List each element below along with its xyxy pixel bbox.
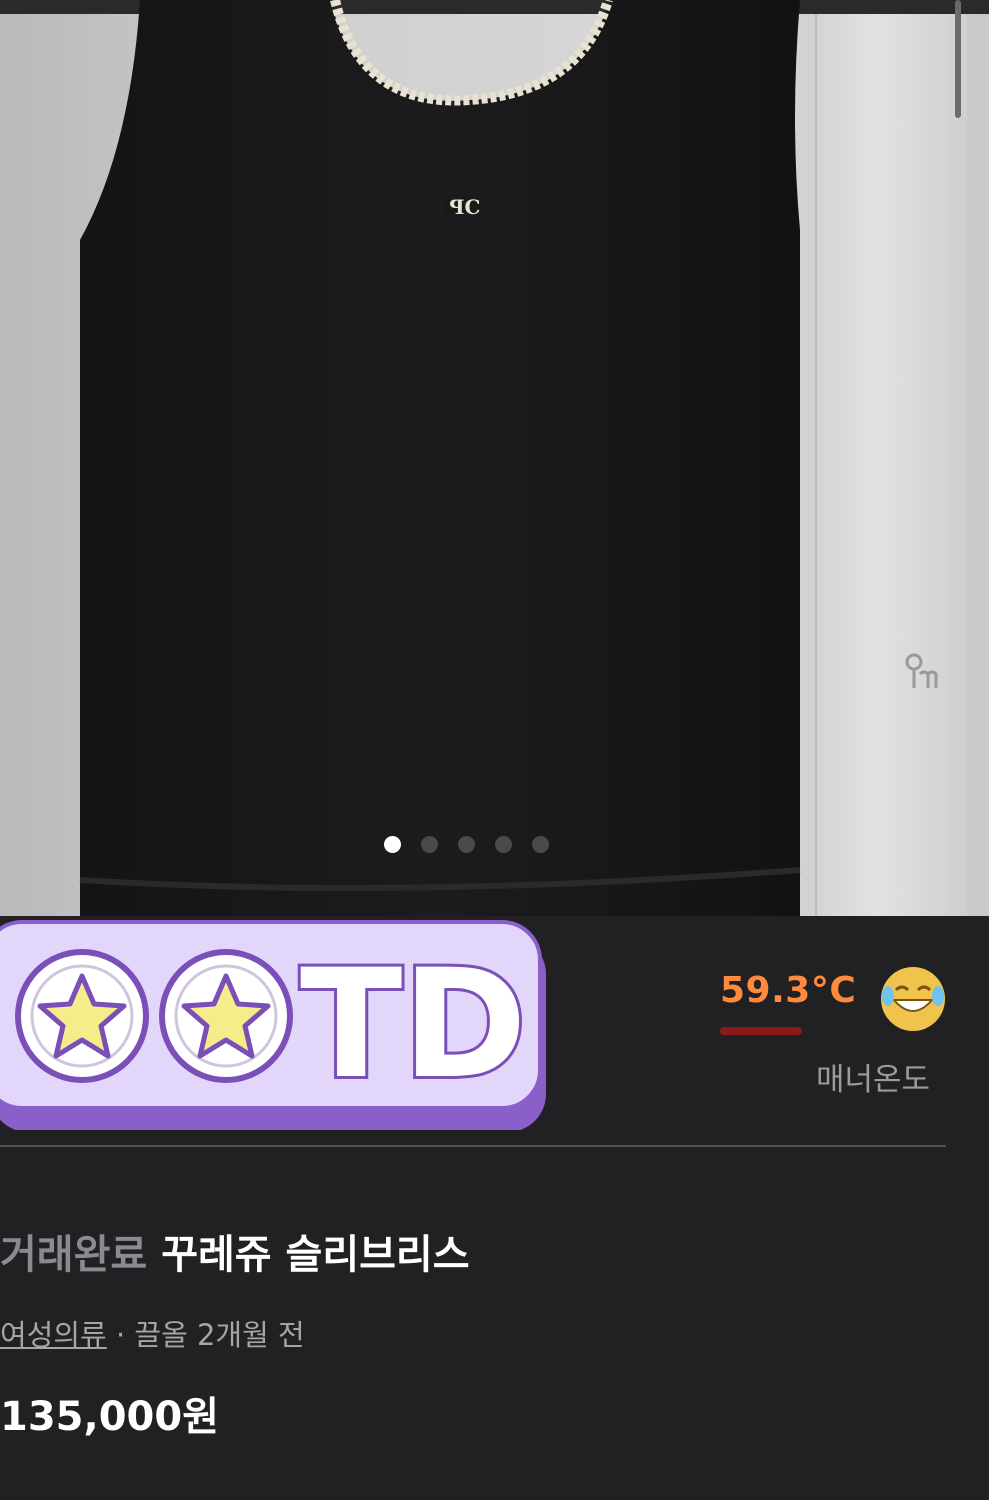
meta-separator: · [106, 1318, 135, 1352]
image-pagination [384, 836, 549, 853]
listing-title: 거래완료 꾸레쥬 슬리브리스 [0, 1222, 470, 1280]
item-name: 꾸레쥬 슬리브리스 [161, 1232, 470, 1278]
sale-status: 거래완료 [0, 1232, 148, 1278]
manner-temperature-value: 59.3°C [720, 970, 857, 1011]
page-dot[interactable] [532, 836, 549, 853]
divider [0, 1145, 946, 1147]
manner-temperature-label: 매너온도 [816, 1062, 931, 1098]
watermark-logo [900, 652, 946, 710]
star-icon [15, 949, 149, 1083]
product-image[interactable]: ꟼC [0, 0, 989, 916]
bump-time: 끌올 2개월 전 [134, 1318, 305, 1352]
svg-text:ꟼC: ꟼC [450, 195, 481, 219]
page-dot-active[interactable] [384, 836, 401, 853]
page-dot[interactable] [458, 836, 475, 853]
laughing-face-icon [881, 967, 945, 1031]
page-dot[interactable] [495, 836, 512, 853]
price: 135,000원 [0, 1394, 219, 1440]
manner-temperature-bar [720, 1027, 802, 1035]
sticker-text: TD [300, 938, 527, 1112]
star-icon [159, 949, 293, 1083]
listing-meta: 여성의류 · 끌올 2개월 전 [0, 1312, 305, 1354]
page-dot[interactable] [421, 836, 438, 853]
scroll-indicator[interactable] [955, 0, 961, 118]
category-link[interactable]: 여성의류 [0, 1318, 107, 1352]
temperature-bar-fill [720, 1027, 802, 1035]
garment-illustration: ꟼC [0, 0, 989, 916]
ootd-sticker: TD [0, 920, 546, 1130]
